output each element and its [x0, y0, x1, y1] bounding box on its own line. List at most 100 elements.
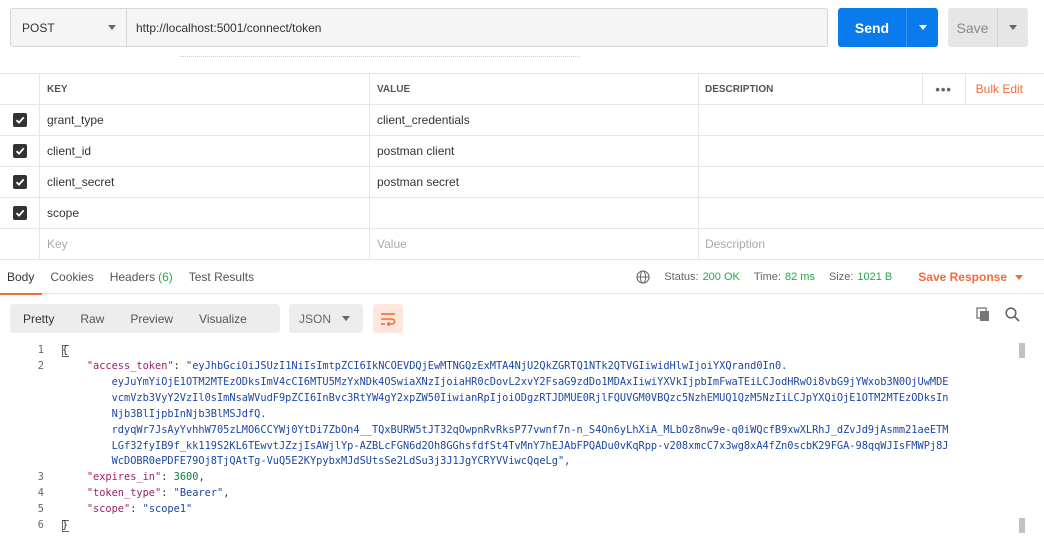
save-dropdown-button[interactable]	[998, 8, 1028, 47]
param-description[interactable]	[699, 136, 1044, 166]
time-label: Time:	[753, 271, 781, 283]
code-line: eyJuYmYiOjE1OTM2MTEzODksImV4cCI6MTU5MzYx…	[62, 376, 949, 388]
param-key[interactable]: client_secret	[40, 167, 370, 197]
param-key[interactable]: grant_type	[40, 105, 370, 135]
code-line: WcDOBR0ePDFE79Oj8TjQAtTg-VuQ5E2KYpybxMJd…	[62, 455, 571, 467]
save-response-label: Save Response	[918, 270, 1007, 284]
scrollbar-thumb[interactable]	[1019, 518, 1025, 533]
tab-headers[interactable]: Headers (6)	[102, 260, 181, 294]
size-value[interactable]: 1021 B	[857, 271, 892, 283]
line-number: 5	[37, 503, 44, 515]
param-description[interactable]	[699, 105, 1044, 135]
chevron-down-icon	[108, 25, 116, 30]
json-number: 3600	[173, 471, 199, 483]
new-key-input[interactable]: Key	[40, 229, 370, 259]
globe-icon[interactable]	[636, 270, 650, 284]
code-line: "token_type": "Bearer",	[86, 487, 230, 499]
response-actions	[976, 307, 1020, 325]
code-line: }	[62, 519, 69, 531]
size-label: Size:	[828, 271, 854, 283]
clipped-text-line	[180, 53, 580, 59]
view-preview-button[interactable]: Preview	[117, 312, 186, 326]
code-line: Njb3BlIjpbInNjb3BlMSJdfQ.	[62, 408, 267, 420]
send-button-group: Send	[838, 8, 938, 47]
param-checkbox[interactable]	[12, 144, 27, 158]
param-checkbox[interactable]	[12, 113, 27, 127]
column-header-description: DESCRIPTION ••• Bulk Edit	[699, 74, 1044, 104]
new-description-input[interactable]: Description	[699, 229, 1044, 259]
json-key: "scope"	[86, 503, 131, 515]
code-line: vcmVzb3VyY2VzIl0sImNsaWVudF9pZCI6InBvc3R…	[62, 392, 949, 404]
line-number: 4	[37, 487, 44, 499]
chevron-down-icon	[1009, 25, 1017, 30]
save-button-group: Save	[948, 8, 1028, 47]
param-checkbox[interactable]	[12, 175, 27, 189]
checkmark-icon	[15, 209, 24, 217]
copy-icon[interactable]	[976, 307, 990, 325]
param-value[interactable]: postman secret	[370, 167, 699, 197]
status-value[interactable]: 200 OK	[703, 271, 740, 283]
status-label: Status:	[664, 271, 699, 283]
params-header-row: KEY VALUE DESCRIPTION ••• Bulk Edit	[0, 74, 1044, 105]
chevron-down-icon	[918, 25, 927, 30]
format-select[interactable]: JSON	[289, 304, 363, 333]
view-raw-button[interactable]: Raw	[67, 312, 117, 326]
column-header-description-label: DESCRIPTION	[705, 83, 774, 95]
json-string: "Bearer"	[173, 487, 224, 499]
time-value[interactable]: 82 ms	[785, 271, 815, 283]
param-key[interactable]: scope	[40, 198, 370, 228]
headers-count-badge: (6)	[158, 269, 173, 284]
method-select[interactable]: POST	[11, 9, 127, 46]
json-string: "eyJhbGciOiJSUzI1NiIsImtpZCI6IkNCOEVDQjE…	[186, 360, 788, 372]
params-table: KEY VALUE DESCRIPTION ••• Bulk Edit gran…	[0, 73, 1044, 260]
param-key[interactable]: client_id	[40, 136, 370, 166]
view-visualize-button[interactable]: Visualize	[186, 312, 260, 326]
response-tabs: Body Cookies Headers (6) Test Results Sta…	[0, 260, 1044, 295]
url-input[interactable]: http://localhost:5001/connect/token	[127, 9, 827, 46]
param-description[interactable]	[699, 167, 1044, 197]
param-description[interactable]	[699, 198, 1044, 228]
tab-cookies[interactable]: Cookies	[42, 260, 101, 294]
bulk-edit-link[interactable]: Bulk Edit	[966, 82, 1044, 96]
tab-body[interactable]: Body	[0, 260, 43, 295]
format-label: JSON	[299, 311, 332, 326]
param-value[interactable]	[370, 198, 699, 228]
method-label: POST	[22, 20, 55, 35]
code-line: "access_token": "eyJhbGciOiJSUzI1NiIsImt…	[62, 359, 788, 375]
save-response-button[interactable]: Save Response	[918, 270, 1023, 284]
param-new-row: Key Value Description	[0, 229, 1044, 260]
response-body[interactable]: 1 2 3 4 5 6 { "access_token": "eyJhbGciO…	[0, 342, 1044, 540]
view-pretty-button[interactable]: Pretty	[10, 312, 67, 326]
send-button[interactable]: Send	[838, 8, 906, 47]
json-key: "access_token"	[86, 360, 174, 372]
send-dropdown-button[interactable]	[907, 8, 938, 47]
param-checkbox[interactable]	[12, 206, 27, 220]
save-button[interactable]: Save	[948, 8, 997, 47]
param-row: client_secret postman secret	[0, 167, 1044, 198]
column-header-key: KEY	[40, 74, 370, 104]
chevron-down-icon	[1015, 274, 1023, 280]
column-header-value: VALUE	[370, 74, 699, 104]
param-row: client_id postman client	[0, 136, 1044, 167]
param-value[interactable]: postman client	[370, 136, 699, 166]
response-meta: Status: 200 OK Time: 82 ms Size: 1021 B …	[636, 260, 1023, 294]
line-number: 3	[37, 471, 44, 483]
search-icon[interactable]	[1005, 307, 1020, 325]
code-line: {	[62, 344, 69, 356]
chevron-down-icon	[342, 316, 350, 321]
wrap-lines-button[interactable]	[373, 304, 403, 333]
param-value[interactable]: client_credentials	[370, 105, 699, 135]
tab-test-results[interactable]: Test Results	[181, 260, 262, 294]
new-value-input[interactable]: Value	[370, 229, 699, 259]
param-row: scope	[0, 198, 1044, 229]
checkmark-icon	[15, 116, 24, 124]
scrollbar-thumb[interactable]	[1019, 343, 1025, 358]
code-line: "expires_in": 3600,	[86, 471, 205, 483]
checkmark-icon	[15, 147, 24, 155]
wrap-lines-icon	[381, 312, 396, 326]
param-row: grant_type client_credentials	[0, 105, 1044, 136]
more-options-icon[interactable]: •••	[921, 74, 966, 104]
line-number: 1	[37, 344, 44, 356]
line-number: 6	[37, 519, 44, 531]
